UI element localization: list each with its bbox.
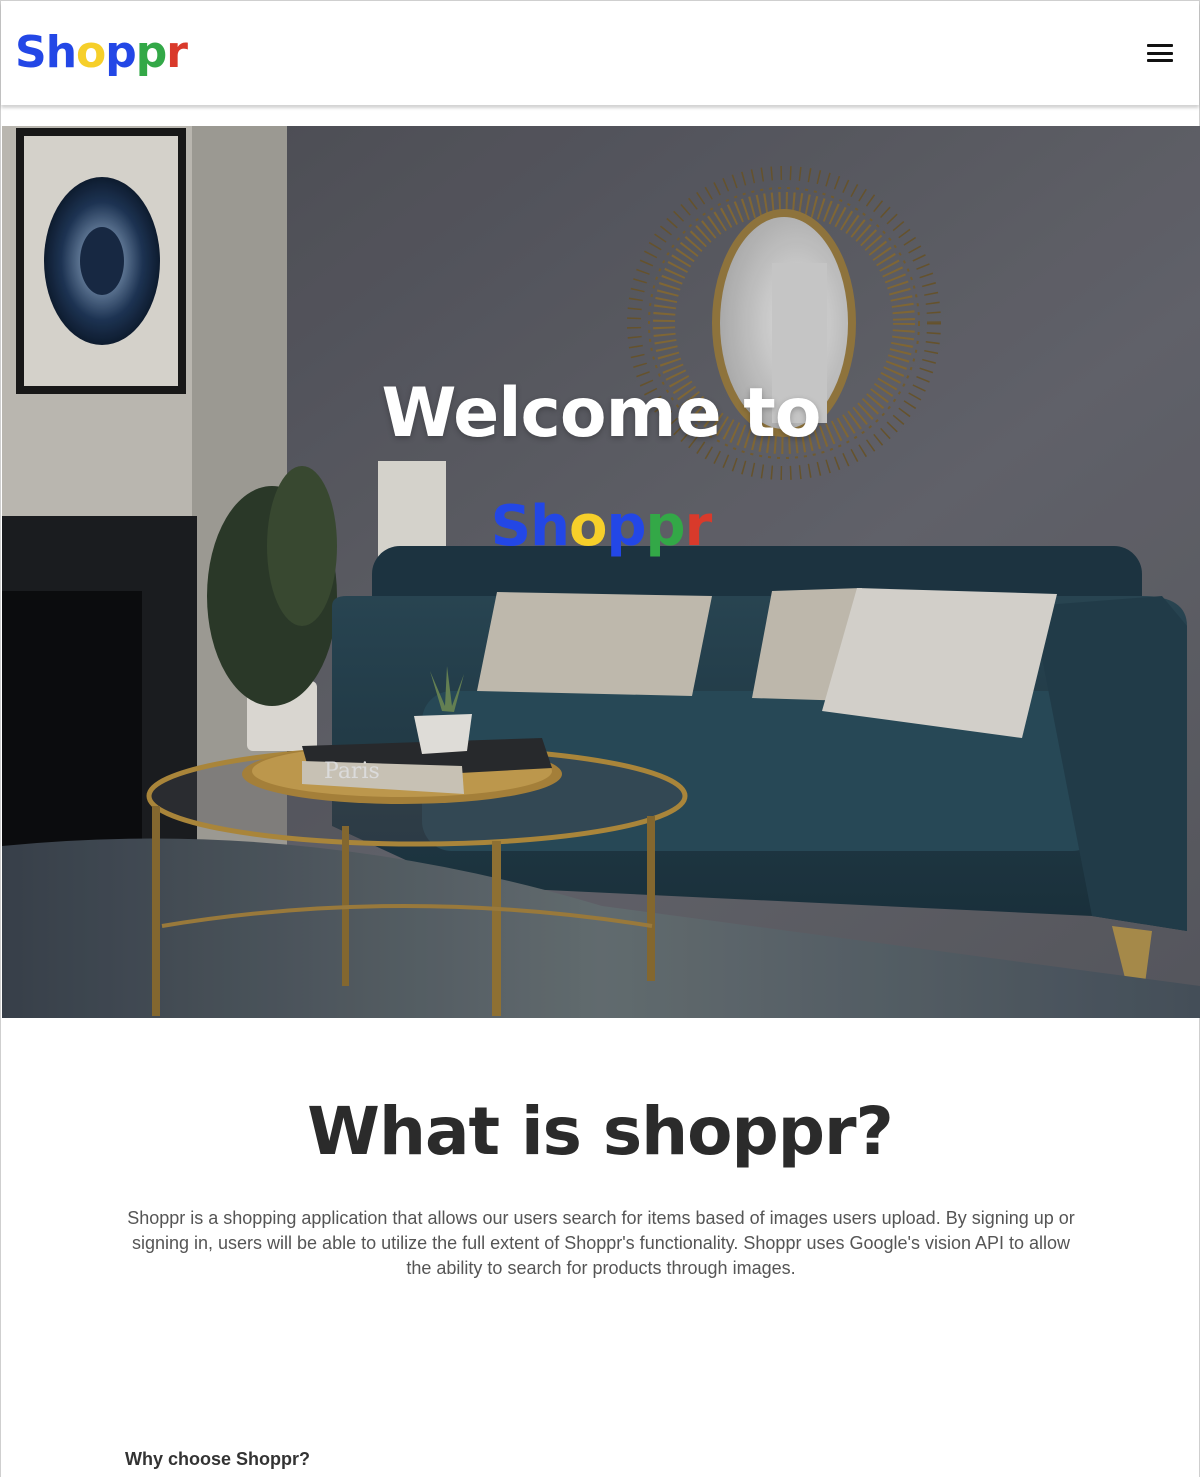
about-title: What is shoppr? <box>307 1093 894 1170</box>
logo-letter: p <box>135 27 167 78</box>
logo-letter: p <box>105 27 136 78</box>
logo-letter: p <box>606 494 646 559</box>
about-description: Shoppr is a shopping application that al… <box>127 1208 1075 1278</box>
logo-letter: r <box>684 494 713 559</box>
logo-letter: S <box>15 27 47 78</box>
page: Shoppr Welcome to Shoppr What is shoppr?… <box>0 0 1200 1477</box>
logo-letter: r <box>166 27 188 78</box>
living-room-photo: Paris <box>2 126 1200 1018</box>
logo-letter: o <box>568 494 607 559</box>
menu-bar <box>1147 59 1173 62</box>
logo-letter: p <box>645 494 686 559</box>
menu-bar <box>1147 51 1173 55</box>
logo-letter: S <box>490 494 531 559</box>
top-nav-bar: Shoppr <box>1 1 1199 105</box>
hamburger-menu-icon[interactable] <box>1147 44 1173 62</box>
hero-logo: Shoppr <box>2 494 1200 559</box>
logo-letter: h <box>45 27 77 78</box>
header-logo[interactable]: Shoppr <box>15 27 188 78</box>
logo-letter: h <box>530 494 570 559</box>
hero-title: Welcome to <box>381 374 822 453</box>
logo-letter: o <box>76 27 106 78</box>
menu-bar <box>1147 44 1173 47</box>
why-choose-heading: Why choose Shoppr? <box>125 1449 311 1469</box>
hero-banner: Paris Welcome to Shoppr <box>2 126 1200 1018</box>
